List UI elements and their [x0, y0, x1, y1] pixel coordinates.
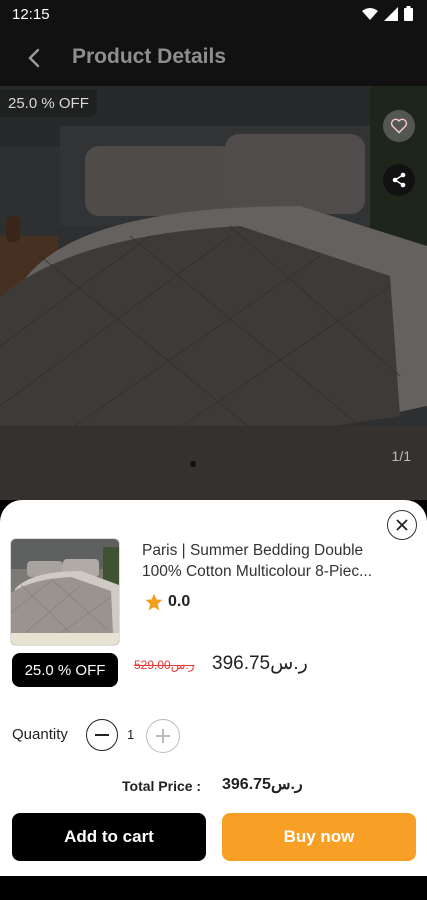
hero-overlay	[0, 86, 427, 500]
back-arrow-icon	[28, 48, 40, 68]
rating-value: 0.0	[168, 593, 191, 610]
status-bar: 12:15	[0, 0, 427, 30]
add-to-cart-sheet: Paris | Summer Bedding Double 100% Cotto…	[0, 500, 427, 876]
hero-discount-badge: 25.0 % OFF	[0, 90, 97, 117]
original-price: 529.00ر.س	[134, 658, 195, 672]
discount-badge: 25.0 % OFF	[12, 653, 118, 687]
star-icon	[145, 593, 163, 611]
heart-icon	[390, 118, 408, 134]
favorite-button[interactable]	[383, 110, 415, 142]
quantity-label: Quantity	[12, 726, 68, 743]
app-bar: Product Details	[0, 30, 427, 86]
product-title-line2: 100% Cotton Multicolour 8-Piec...	[142, 563, 373, 580]
buy-now-button[interactable]: Buy now	[222, 813, 416, 861]
close-sheet-button[interactable]	[387, 510, 417, 540]
wifi-icon	[362, 7, 378, 20]
page-title: Product Details	[72, 45, 227, 68]
status-time: 12:15	[12, 6, 50, 23]
quantity-value: 1	[127, 727, 135, 742]
product-thumbnail	[10, 538, 120, 646]
plus-icon	[156, 729, 170, 743]
current-price: 396.75ر.س	[212, 653, 308, 674]
add-to-cart-button[interactable]: Add to cart	[12, 813, 206, 861]
share-icon	[392, 172, 406, 188]
image-counter: 1/1	[391, 448, 411, 464]
back-button[interactable]	[20, 44, 48, 72]
status-icons	[362, 6, 413, 21]
close-icon	[396, 519, 408, 531]
total-price-label: Total Price :	[122, 778, 202, 794]
system-navigation-bar	[0, 876, 427, 900]
decrease-quantity-button[interactable]	[86, 719, 118, 751]
signal-icon	[384, 6, 398, 21]
share-button[interactable]	[383, 164, 415, 196]
product-title-line1: Paris | Summer Bedding Double	[142, 542, 364, 559]
product-title: Paris | Summer Bedding Double 100% Cotto…	[142, 540, 412, 582]
carousel-indicator-dot	[190, 461, 196, 467]
product-thumbnail-photo	[11, 539, 119, 645]
minus-icon	[95, 734, 109, 736]
increase-quantity-button[interactable]	[146, 719, 180, 753]
product-image-carousel[interactable]: 25.0 % OFF 1/1	[0, 86, 427, 500]
battery-icon	[404, 6, 413, 21]
total-price-value: 396.75ر.س	[222, 776, 303, 793]
product-rating: 0.0	[144, 592, 190, 612]
